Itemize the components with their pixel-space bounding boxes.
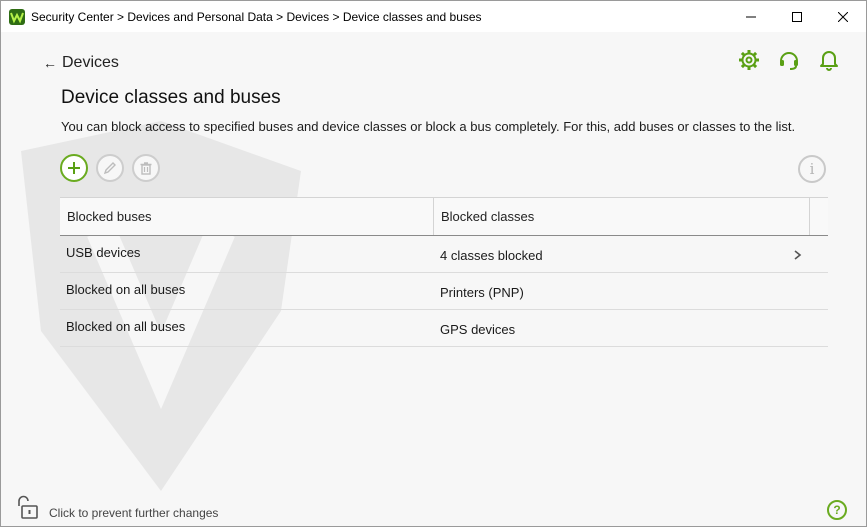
bus-cell: USB devices xyxy=(66,245,141,260)
window-title: Security Center > Devices and Personal D… xyxy=(31,9,482,24)
bus-cell: Blocked on all buses xyxy=(66,282,186,297)
classes-cell: GPS devices xyxy=(440,322,516,337)
gear-icon xyxy=(739,50,759,70)
app-logo-icon xyxy=(9,8,25,25)
info-button[interactable]: i xyxy=(798,155,826,183)
delete-icon xyxy=(140,162,152,175)
delete-button[interactable] xyxy=(132,154,160,182)
classes-cell: Printers (PNP) xyxy=(440,285,524,300)
unlock-icon[interactable] xyxy=(15,495,39,519)
support-button[interactable] xyxy=(778,48,800,72)
page-title: Device classes and buses xyxy=(61,87,281,108)
header-actions xyxy=(738,48,840,72)
help-icon: ? xyxy=(833,503,841,517)
chevron-right-icon[interactable] xyxy=(793,250,802,260)
column-header-blocked-classes[interactable]: Blocked classes xyxy=(434,198,810,235)
maximize-button[interactable] xyxy=(774,1,820,32)
classes-cell: 4 classes blocked xyxy=(440,248,543,263)
minimize-button[interactable] xyxy=(728,1,774,32)
bus-cell: Blocked on all buses xyxy=(66,319,186,334)
maximize-icon xyxy=(792,11,802,22)
close-icon xyxy=(838,11,848,22)
back-link[interactable]: ← Devices xyxy=(43,54,119,72)
blocked-devices-table: Blocked buses Blocked classes USB device… xyxy=(60,197,828,347)
back-label: Devices xyxy=(62,54,119,71)
app-window: Security Center > Devices and Personal D… xyxy=(0,0,867,527)
page-description: You can block access to specified buses … xyxy=(61,119,796,134)
lock-settings-link[interactable]: Click to prevent further changes xyxy=(49,506,218,520)
table-row[interactable]: Blocked on all buses Printers (PNP) xyxy=(60,273,828,310)
title-bar: Security Center > Devices and Personal D… xyxy=(1,1,866,32)
window-controls xyxy=(728,1,866,32)
add-button[interactable] xyxy=(60,154,88,182)
info-icon: i xyxy=(809,160,815,178)
minimize-icon xyxy=(746,16,756,17)
help-button[interactable]: ? xyxy=(827,500,847,520)
notifications-button[interactable] xyxy=(818,48,840,72)
edit-button[interactable] xyxy=(96,154,124,182)
add-icon xyxy=(68,162,80,174)
table-row[interactable]: Blocked on all buses GPS devices xyxy=(60,310,828,347)
table-row[interactable]: USB devices 4 classes blocked xyxy=(60,236,828,273)
table-header: Blocked buses Blocked classes xyxy=(60,197,828,236)
headset-icon xyxy=(780,52,798,70)
back-arrow-icon: ← xyxy=(43,55,57,71)
settings-button[interactable] xyxy=(738,48,760,72)
list-toolbar xyxy=(60,154,160,182)
close-button[interactable] xyxy=(820,1,866,32)
bell-icon xyxy=(820,51,838,71)
edit-icon xyxy=(103,162,116,175)
column-header-blocked-buses[interactable]: Blocked buses xyxy=(60,198,434,235)
